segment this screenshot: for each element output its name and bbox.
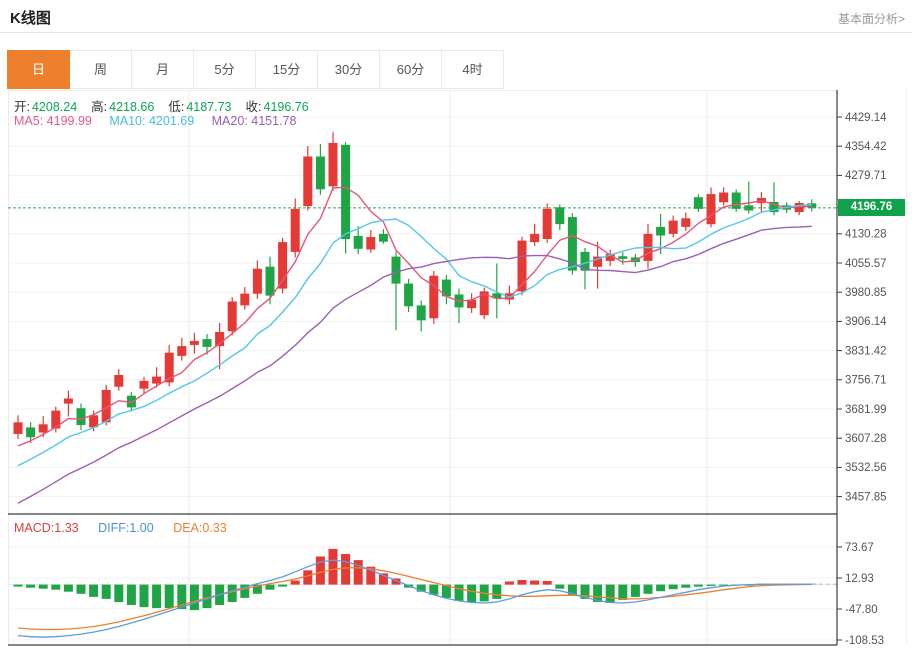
dea-label: DEA: [173,521,202,535]
macd-legend: MACD:1.33 DIFF:1.00 DEA:0.33 [14,521,243,535]
ma10-value: 4201.69 [149,114,194,128]
open-label: 开: [14,100,30,114]
low-value: 4187.73 [186,100,231,114]
kline-chart-area[interactable]: 4429.14 4354.42 4279.71 4130.28 4055.57 3980.… [0,90,912,648]
price-axis-label: 3756.71 [845,375,887,387]
fundamental-analysis-link[interactable]: 基本面分析> [838,10,905,27]
ma-legend: MA5: 4199.99 MA10: 4201.69 MA20: 4151.78 [14,114,310,128]
tab-4hour[interactable]: 4时 [442,50,504,89]
open-value: 4208.24 [32,100,77,114]
price-axis-label: 3831.42 [845,345,887,357]
price-axis-label: 4429.14 [845,112,887,124]
price-axis-label: 4354.42 [845,141,887,153]
diff-value: 1.00 [129,521,153,535]
low-label: 低: [168,100,184,114]
ma20-value: 4151.78 [251,114,296,128]
price-axis-label: 3607.28 [845,433,887,445]
ma5-label: MA5: [14,114,43,128]
ma5-line [18,187,812,446]
close-label: 收: [246,100,262,114]
tab-week[interactable]: 周 [70,50,132,89]
header: K线图 基本面分析> [0,0,912,33]
macd-label: MACD: [14,521,54,535]
ma5-value: 4199.99 [47,114,92,128]
dea-line [18,568,812,630]
page-title: K线图 [10,7,51,28]
ma20-label: MA20: [212,114,248,128]
high-value: 4218.66 [109,100,154,114]
macd-axis-label: 73.67 [845,542,874,554]
dea-value: 0.33 [202,521,226,535]
high-label: 高: [91,100,107,114]
ma20-line [18,226,812,503]
tab-month[interactable]: 月 [132,50,194,89]
price-axis-label: 4130.28 [845,229,887,241]
macd-histogram [14,549,817,610]
candlestick-series [14,132,817,443]
kline-page: K线图 基本面分析> 日 周 月 5分 15分 30分 60分 4时 4429.… [0,0,912,648]
price-axis-label: 4055.57 [845,258,887,270]
price-axis-label: 3980.85 [845,287,887,299]
tab-5min[interactable]: 5分 [194,50,256,89]
diff-line [18,560,812,637]
macd-axis-label: 12.93 [845,573,874,585]
macd-axis-label: -108.53 [845,635,884,647]
tab-day[interactable]: 日 [7,50,70,89]
close-value: 4196.76 [264,100,309,114]
macd-value: 1.33 [54,521,78,535]
diff-label: DIFF: [98,521,129,535]
price-axis-label: 3457.85 [845,491,887,503]
period-tabbar: 日 周 月 5分 15分 30分 60分 4时 [7,50,504,89]
ma10-line [18,205,812,466]
price-axis-label: 4279.71 [845,170,887,182]
ma10-label: MA10: [109,114,145,128]
price-axis-label: 3681.99 [845,404,887,416]
price-axis-label: 3532.56 [845,462,887,474]
kline-chart-canvas[interactable]: 4429.14 4354.42 4279.71 4130.28 4055.57 3980.… [0,90,912,648]
tab-15min[interactable]: 15分 [256,50,318,89]
tab-30min[interactable]: 30分 [318,50,380,89]
current-price-tag: 4196.76 [838,199,905,216]
ohlc-legend: 开:4208.24 高:4218.66 低:4187.73 收:4196.76 [14,96,323,115]
price-axis-label: 3906.14 [845,316,887,328]
macd-axis-label: -47.80 [845,604,878,616]
tab-60min[interactable]: 60分 [380,50,442,89]
